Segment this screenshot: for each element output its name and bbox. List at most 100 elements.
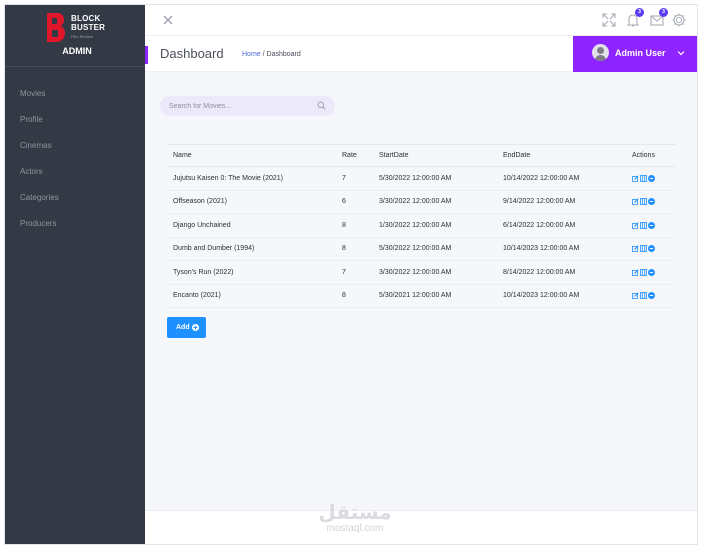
sidebar-item-profile[interactable]: Profile <box>5 107 145 133</box>
sidebar-item-cinemas[interactable]: Cinemas <box>5 133 145 159</box>
column-header-rate: Rate <box>336 144 373 167</box>
breadcrumb: Home / Dashboard <box>242 51 301 58</box>
topbar-icons: 3 3 <box>599 8 689 30</box>
cell-start: 5/30/2022 12:00:00 AM <box>373 237 497 261</box>
delete-icon[interactable] <box>648 292 655 300</box>
cell-rate: 8 <box>336 213 373 238</box>
cell-end: 10/14/2023 12:00:00 AM <box>497 237 626 261</box>
search-bar <box>160 96 335 116</box>
cell-end: 10/14/2022 12:00:00 AM <box>497 166 626 191</box>
logo-text: BLOCK BUSTER <box>71 14 106 32</box>
breadcrumb-home-link[interactable]: Home <box>242 51 261 58</box>
cell-actions <box>626 237 676 261</box>
column-header-startdate: StartDate <box>373 144 497 167</box>
delete-icon[interactable] <box>648 198 655 206</box>
table-header-row: Name Rate StartDate EndDate Actions <box>167 144 676 167</box>
cell-rate: 8 <box>336 237 373 261</box>
avatar <box>592 44 609 61</box>
user-name: Admin User <box>615 48 666 58</box>
watermark-arabic: مستقل <box>318 500 392 524</box>
column-header-name: Name <box>167 144 336 167</box>
logo-subtext: Film Review <box>71 34 93 39</box>
edit-icon[interactable] <box>632 174 639 182</box>
sidebar-item-producers[interactable]: Producers <box>5 211 145 237</box>
cell-actions <box>626 213 676 238</box>
sidebar-nav: Movies Profile Cinemas Actors Categories… <box>5 81 145 237</box>
avatar-head <box>597 47 604 54</box>
cell-name: Dumb and Dumber (1994) <box>167 237 336 261</box>
plus-circle-icon <box>192 324 199 331</box>
cell-start: 3/30/2022 12:00:00 AM <box>373 260 497 285</box>
delete-icon[interactable] <box>648 174 655 182</box>
cell-end: 6/14/2022 12:00:00 AM <box>497 213 626 238</box>
cell-start: 1/30/2022 12:00:00 AM <box>373 213 497 238</box>
details-icon[interactable] <box>640 245 647 252</box>
watermark: مستقل mostaql.com <box>310 501 400 534</box>
sidebar-item-movies[interactable]: Movies <box>5 81 145 107</box>
sidebar-item-actors[interactable]: Actors <box>5 159 145 185</box>
sidebar: BLOCK BUSTER Film Review ADMIN Movies Pr… <box>5 5 145 544</box>
page-header: Dashboard Home / Dashboard Admin User <box>145 36 697 72</box>
movies-table: Name Rate StartDate EndDate Actions Juju… <box>167 144 676 308</box>
cell-actions <box>626 166 676 191</box>
close-icon[interactable] <box>160 12 176 28</box>
app-window: BLOCK BUSTER Film Review ADMIN Movies Pr… <box>4 4 698 545</box>
details-icon[interactable] <box>640 174 647 182</box>
cell-start: 5/30/2021 12:00:00 AM <box>373 284 497 308</box>
edit-icon[interactable] <box>632 221 639 229</box>
add-button-label: Add <box>176 324 190 331</box>
footer: مستقل mostaql.com <box>145 501 697 544</box>
column-header-enddate: EndDate <box>497 144 626 167</box>
delete-icon[interactable] <box>648 245 655 253</box>
details-icon[interactable] <box>640 198 647 205</box>
header-accent-bar <box>145 46 148 64</box>
topbar: 3 3 <box>145 5 697 36</box>
avatar-body <box>595 55 606 61</box>
sidebar-item-categories[interactable]: Categories <box>5 185 145 211</box>
cell-name: Django Unchained <box>167 213 336 238</box>
details-icon[interactable] <box>640 268 647 276</box>
cell-start: 3/30/2022 12:00:00 AM <box>373 190 497 214</box>
search-input[interactable] <box>169 99 309 113</box>
cell-actions <box>626 190 676 214</box>
messages-button[interactable]: 3 <box>647 8 668 30</box>
main-content: Name Rate StartDate EndDate Actions Juju… <box>145 72 697 510</box>
cell-actions <box>626 260 676 285</box>
cell-end: 9/14/2022 12:00:00 AM <box>497 190 626 214</box>
logo-icon <box>47 13 65 42</box>
cell-end: 10/14/2023 12:00:00 AM <box>497 284 626 308</box>
cell-name: Jujutsu Kaisen 0: The Movie (2021) <box>167 166 336 191</box>
notifications-button[interactable]: 3 <box>623 8 644 30</box>
table-row: Django Unchained 8 1/30/2022 12:00:00 AM 6/… <box>167 213 676 238</box>
watermark-latin: mostaql.com <box>326 523 384 534</box>
table-row: Jujutsu Kaisen 0: The Movie (2021) 7 5/30/… <box>167 166 676 191</box>
details-icon[interactable] <box>640 221 647 229</box>
cell-rate: 7 <box>336 260 373 285</box>
cell-end: 8/14/2022 12:00:00 AM <box>497 260 626 285</box>
edit-icon[interactable] <box>632 268 639 276</box>
table-row: Encanto (2021) 8 5/30/2021 12:00:00 AM 10/1… <box>167 284 676 308</box>
search-icon[interactable] <box>317 101 326 110</box>
page-title: Dashboard <box>160 46 224 61</box>
cell-name: Offseason (2021) <box>167 190 336 214</box>
delete-icon[interactable] <box>648 268 655 276</box>
details-icon[interactable] <box>640 292 647 299</box>
add-button[interactable]: Add <box>167 317 206 338</box>
cell-name: Tyson's Run (2022) <box>167 260 336 285</box>
edit-icon[interactable] <box>632 198 639 205</box>
edit-icon[interactable] <box>632 245 639 252</box>
edit-icon[interactable] <box>632 292 639 299</box>
brand: BLOCK BUSTER Film Review ADMIN <box>5 5 145 67</box>
cell-rate: 8 <box>336 284 373 308</box>
notifications-badge: 3 <box>635 8 644 17</box>
table-row: Tyson's Run (2022) 7 3/30/2022 12:00:00 AM… <box>167 260 676 285</box>
fullscreen-icon[interactable] <box>599 10 619 30</box>
cell-rate: 6 <box>336 190 373 214</box>
table-row: Dumb and Dumber (1994) 8 5/30/2022 12:00:0… <box>167 237 676 261</box>
admin-label: ADMIN <box>62 46 92 56</box>
messages-badge: 3 <box>659 8 668 17</box>
gear-icon[interactable] <box>669 10 689 30</box>
user-menu-button[interactable]: Admin User <box>573 36 697 72</box>
delete-icon[interactable] <box>648 221 655 229</box>
column-header-actions: Actions <box>626 144 676 167</box>
